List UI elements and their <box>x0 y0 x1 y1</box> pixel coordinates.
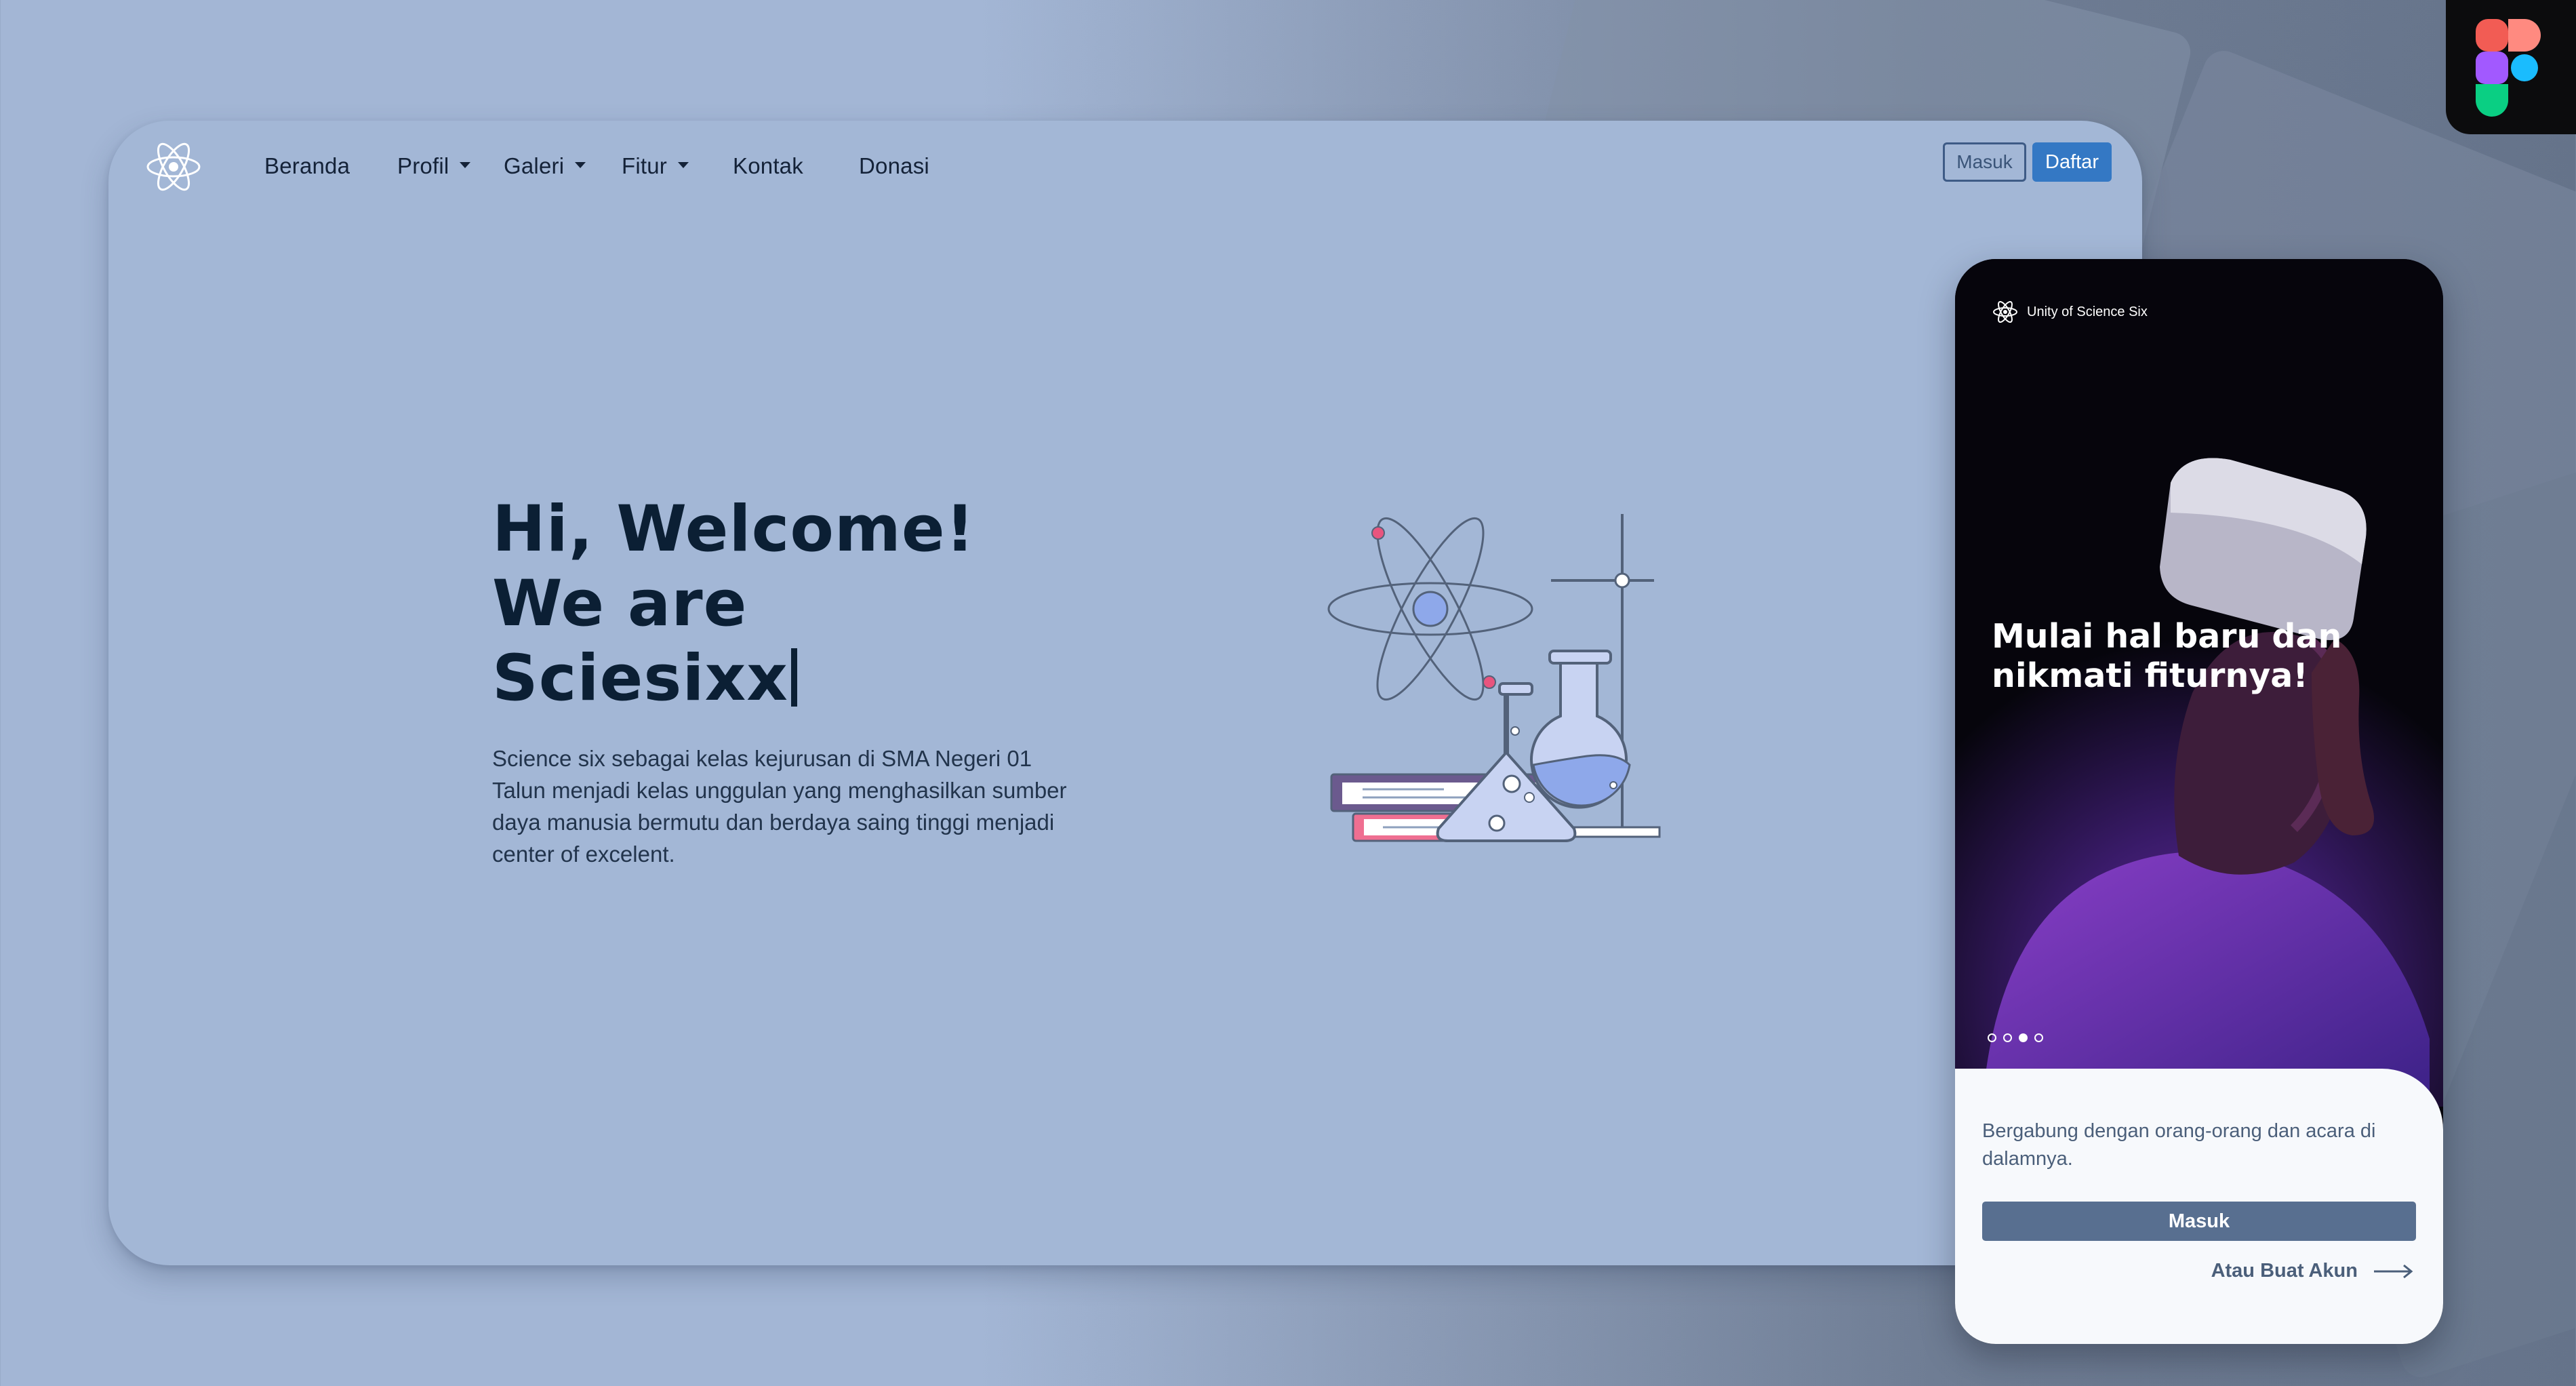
desktop-landing-page: Beranda Profil Galeri Fitur Kontak Donas… <box>108 121 2142 1265</box>
login-button[interactable]: Masuk <box>1943 142 2026 182</box>
hero-title-line: Hi, Welcome! <box>492 492 975 566</box>
create-account-link[interactable]: Atau Buat Akun <box>2211 1260 2413 1282</box>
nav-item-galeri[interactable]: Galeri <box>504 153 586 179</box>
science-lab-illustration <box>1327 514 1661 842</box>
chevron-down-icon <box>460 161 471 168</box>
register-button[interactable]: Daftar <box>2032 142 2112 182</box>
nav-label: Profil <box>397 153 449 178</box>
hero-title: Hi, Welcome! We are Sciesixx <box>492 492 1102 716</box>
mobile-onboarding-screen: Unity of Science Six Mulai hal baru dan … <box>1955 259 2443 1344</box>
mobile-brand-name: Unity of Science Six <box>2027 304 2148 319</box>
chevron-down-icon <box>678 161 689 168</box>
mobile-headline: Mulai hal baru dan nikmati fiturnya! <box>1992 617 2342 695</box>
figma-logo-icon <box>2476 19 2541 117</box>
chevron-down-icon <box>575 161 586 168</box>
mobile-brand: Unity of Science Six <box>1992 298 2148 325</box>
nav-label: Kontak <box>733 153 803 178</box>
nav-label: Beranda <box>264 153 350 178</box>
nav-label: Fitur <box>622 153 667 178</box>
carousel-indicator <box>1988 1033 2043 1042</box>
nav-item-donasi[interactable]: Donasi <box>859 153 929 179</box>
arrow-right-icon <box>2374 1264 2413 1278</box>
create-account-label: Atau Buat Akun <box>2211 1260 2358 1282</box>
carousel-dot[interactable] <box>2003 1033 2012 1042</box>
carousel-dot[interactable] <box>1988 1033 1996 1042</box>
nav-label: Donasi <box>859 153 929 178</box>
nav-item-profil[interactable]: Profil <box>397 153 471 179</box>
nav-label: Galeri <box>504 153 565 178</box>
figma-badge <box>2446 0 2576 134</box>
bottom-sheet: Bergabung dengan orang-orang dan acara d… <box>1955 1069 2443 1344</box>
nav-item-kontak[interactable]: Kontak <box>733 153 803 179</box>
hero-title-line-typed: Sciesixx <box>492 641 1102 716</box>
typed-text: Sciesixx <box>492 641 788 715</box>
navbar: Beranda Profil Galeri Fitur Kontak Donas… <box>108 121 2142 209</box>
carousel-dot-active[interactable] <box>2019 1033 2028 1042</box>
nav-item-fitur[interactable]: Fitur <box>622 153 689 179</box>
atom-logo-icon <box>1993 300 2017 323</box>
typing-cursor <box>790 648 797 707</box>
sheet-description: Bergabung dengan orang-orang dan acara d… <box>1982 1120 2376 1170</box>
hero-title-line: We are <box>492 567 748 641</box>
atom-logo-icon[interactable] <box>144 137 203 197</box>
nav-item-beranda[interactable]: Beranda <box>264 153 350 179</box>
carousel-dot[interactable] <box>2034 1033 2043 1042</box>
hero-description: Science six sebagai kelas kejurusan di S… <box>492 746 1067 867</box>
mobile-login-button[interactable]: Masuk <box>1982 1202 2416 1241</box>
